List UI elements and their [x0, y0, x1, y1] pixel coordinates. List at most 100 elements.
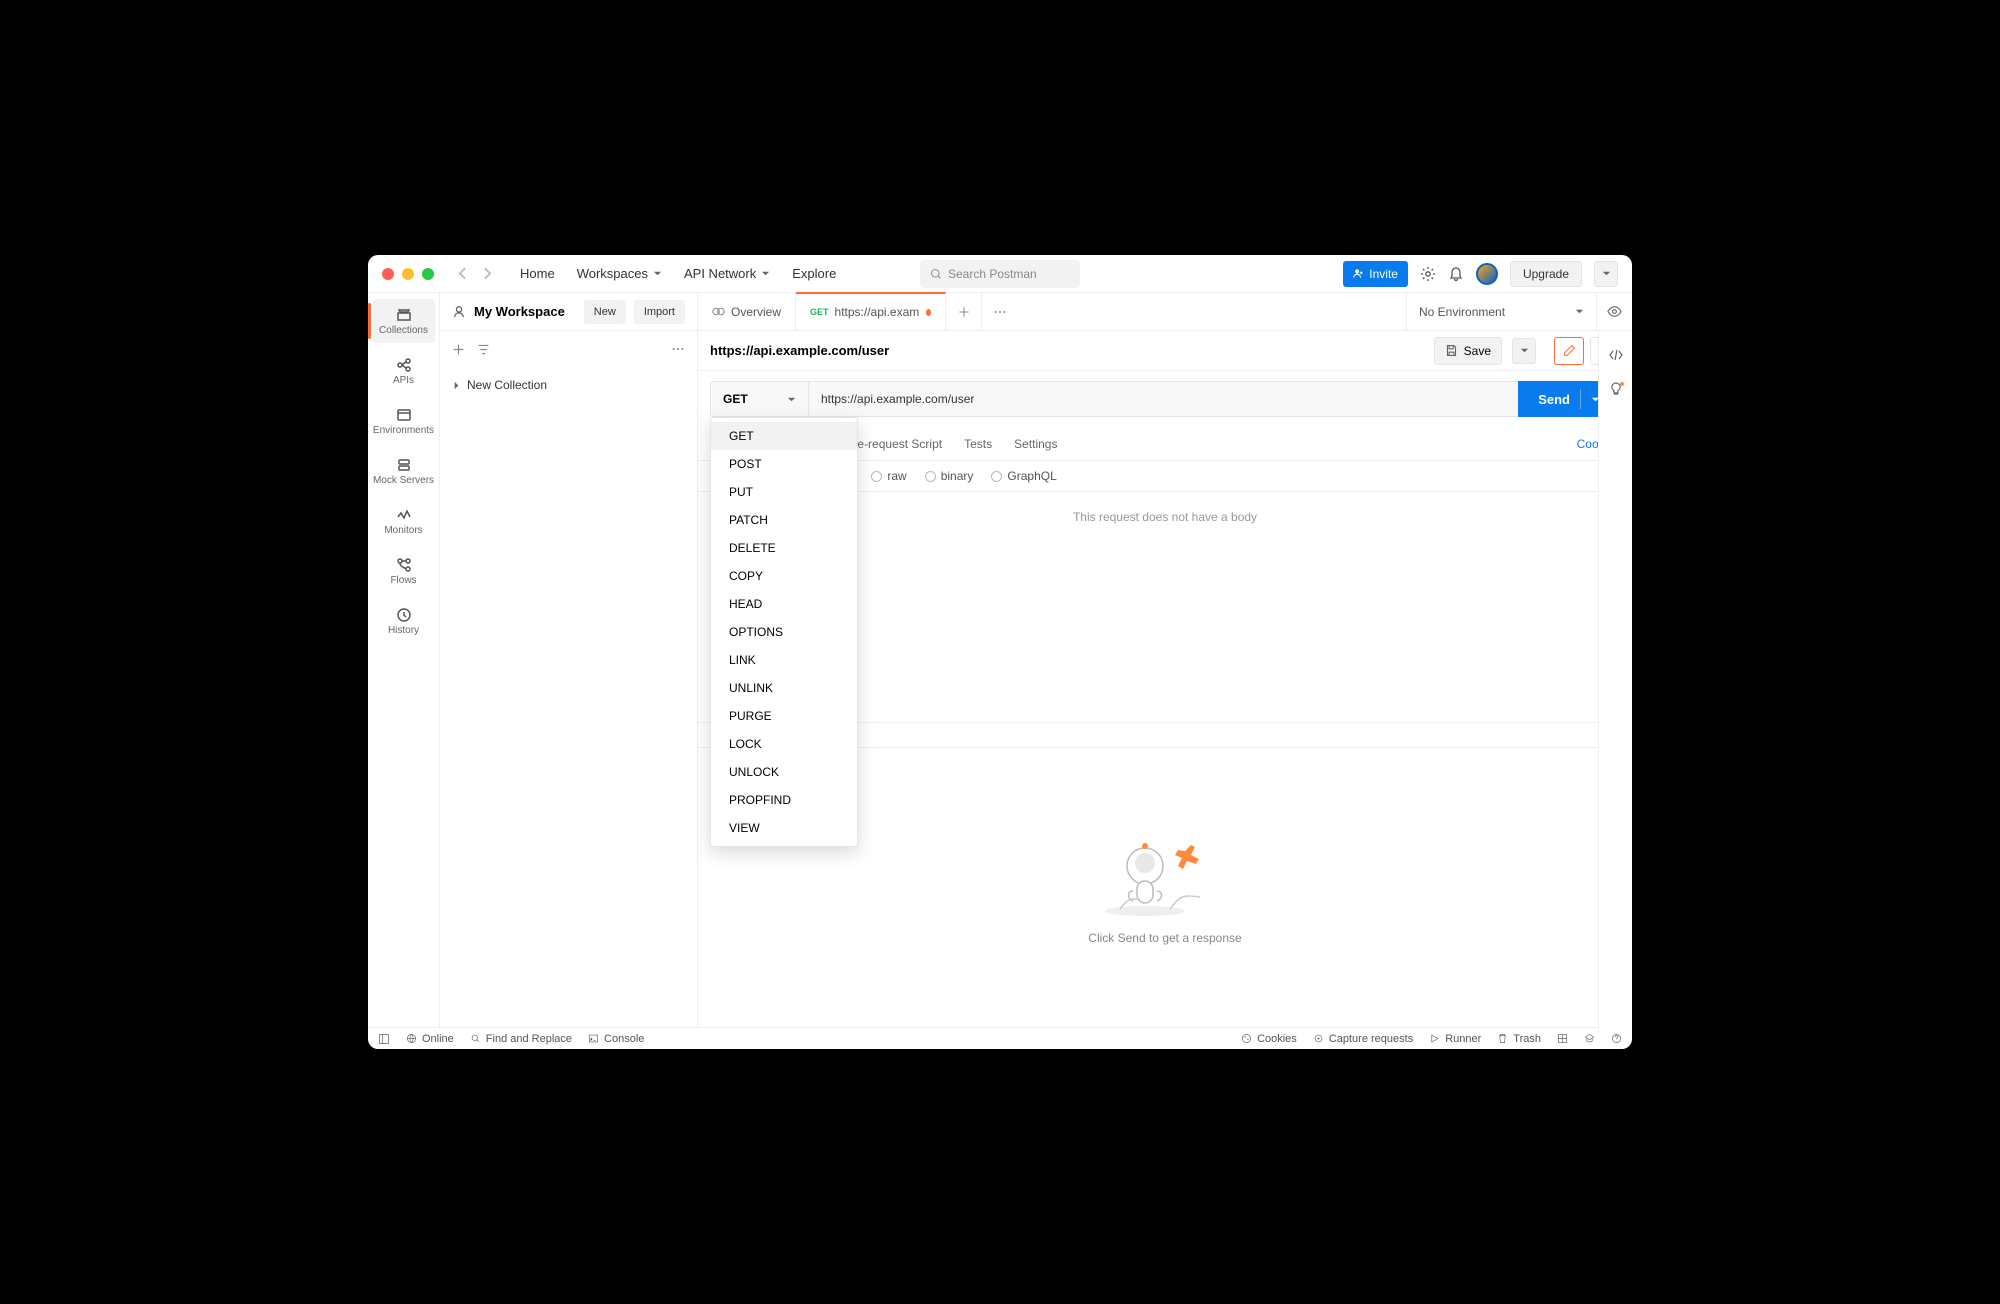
import-button[interactable]: Import — [634, 300, 685, 324]
method-option-put[interactable]: PUT — [711, 478, 857, 506]
chevron-down-icon — [1575, 307, 1584, 316]
status-layout[interactable] — [378, 1033, 390, 1045]
subtab-settings[interactable]: Settings — [1014, 427, 1057, 460]
rail-apis[interactable]: APIs — [373, 349, 435, 393]
tab-options[interactable] — [982, 293, 1018, 330]
rail-environments[interactable]: Environments — [373, 399, 435, 443]
upgrade-button[interactable]: Upgrade — [1510, 261, 1582, 287]
chevron-down-icon — [653, 269, 662, 278]
more-icon — [993, 305, 1007, 319]
filter-icon[interactable] — [477, 343, 490, 356]
environment-select[interactable]: No Environment — [1406, 293, 1596, 330]
subtab-prerequest[interactable]: Pre-request Script — [845, 427, 942, 460]
method-option-unlink[interactable]: UNLINK — [711, 674, 857, 702]
overview-icon — [712, 305, 725, 318]
menu-home[interactable]: Home — [520, 266, 555, 281]
status-runner[interactable]: Runner — [1429, 1033, 1481, 1045]
method-option-propfind[interactable]: PROPFIND — [711, 786, 857, 814]
person-icon — [452, 305, 466, 319]
status-panes[interactable] — [1557, 1033, 1568, 1044]
url-input[interactable] — [808, 381, 1518, 417]
save-icon — [1445, 344, 1458, 357]
rail-mock-servers[interactable]: Mock Servers — [373, 449, 435, 493]
menu-api-network[interactable]: API Network — [684, 266, 770, 281]
workspace-name: My Workspace — [474, 304, 565, 319]
method-option-head[interactable]: HEAD — [711, 590, 857, 618]
status-online[interactable]: Online — [406, 1033, 454, 1045]
chevron-down-icon — [761, 269, 770, 278]
method-option-delete[interactable]: DELETE — [711, 534, 857, 562]
add-icon[interactable] — [452, 343, 465, 356]
method-dropdown: GETPOSTPUTPATCHDELETECOPYHEADOPTIONSLINK… — [710, 417, 858, 847]
rail-flows[interactable]: Flows — [373, 549, 435, 593]
code-icon[interactable] — [1608, 347, 1624, 363]
user-avatar[interactable] — [1476, 263, 1498, 285]
body-type-raw[interactable]: raw — [871, 469, 906, 483]
new-button[interactable]: New — [584, 300, 626, 324]
rail-history[interactable]: History — [373, 599, 435, 643]
content: Collections APIs Environments Mock Serve… — [368, 293, 1632, 1027]
pencil-icon — [1563, 344, 1576, 357]
new-tab-button[interactable] — [946, 293, 982, 330]
search-input[interactable]: Search Postman — [920, 260, 1080, 288]
edit-mode-toggle[interactable] — [1554, 337, 1584, 365]
search-placeholder: Search Postman — [948, 267, 1037, 281]
menu-workspaces[interactable]: Workspaces — [577, 266, 662, 281]
method-option-get[interactable]: GET — [711, 422, 857, 450]
method-url-row: GET Send GETPOSTPUTPATCHDELETECOPYHEADOP… — [698, 371, 1632, 427]
back-icon[interactable] — [456, 267, 469, 280]
minimize-window-icon[interactable] — [402, 268, 414, 280]
app-window: Home Workspaces API Network Explore Sear… — [368, 255, 1632, 1049]
status-bar: Online Find and Replace Console Cookies … — [368, 1027, 1632, 1049]
status-console[interactable]: Console — [588, 1033, 644, 1045]
status-cookies[interactable]: Cookies — [1241, 1033, 1297, 1045]
chevron-down-icon — [1602, 269, 1611, 278]
menu-explore[interactable]: Explore — [792, 266, 836, 281]
method-option-view[interactable]: VIEW — [711, 814, 857, 842]
tree-item[interactable]: New Collection — [452, 373, 685, 397]
notifications-icon[interactable] — [1448, 266, 1464, 282]
close-window-icon[interactable] — [382, 268, 394, 280]
lightbulb-icon[interactable] — [1608, 381, 1624, 397]
body-type-binary[interactable]: binary — [925, 469, 974, 483]
save-button[interactable]: Save — [1434, 337, 1502, 365]
forward-icon[interactable] — [481, 267, 494, 280]
trash-icon — [1497, 1033, 1508, 1044]
method-option-unlock[interactable]: UNLOCK — [711, 758, 857, 786]
tab-request-active[interactable]: GET https://api.example.co — [796, 292, 946, 330]
status-capture[interactable]: Capture requests — [1313, 1033, 1413, 1045]
maximize-window-icon[interactable] — [422, 268, 434, 280]
method-option-patch[interactable]: PATCH — [711, 506, 857, 534]
subtab-tests[interactable]: Tests — [964, 427, 992, 460]
status-find-replace[interactable]: Find and Replace — [470, 1033, 572, 1045]
invite-button[interactable]: Invite — [1343, 261, 1408, 287]
body-type-graphql[interactable]: GraphQL — [991, 469, 1056, 483]
settings-icon[interactable] — [1420, 266, 1436, 282]
radio-icon — [925, 471, 936, 482]
upgrade-options[interactable] — [1594, 261, 1618, 287]
console-icon — [588, 1033, 599, 1044]
more-icon[interactable] — [671, 342, 685, 356]
right-rail — [1598, 331, 1632, 1033]
rail-collections[interactable]: Collections — [373, 299, 435, 343]
top-menu: Home Workspaces API Network Explore — [520, 266, 836, 281]
search-icon — [470, 1033, 481, 1044]
environment-quicklook[interactable] — [1596, 293, 1632, 330]
rail-monitors[interactable]: Monitors — [373, 499, 435, 543]
method-option-post[interactable]: POST — [711, 450, 857, 478]
collection-tree: New Collection — [440, 367, 697, 403]
chevron-down-icon — [787, 395, 796, 404]
method-option-lock[interactable]: LOCK — [711, 730, 857, 758]
status-bootcamp[interactable] — [1584, 1033, 1595, 1044]
status-help[interactable] — [1611, 1033, 1622, 1044]
method-select[interactable]: GET — [710, 381, 808, 417]
method-option-options[interactable]: OPTIONS — [711, 618, 857, 646]
save-options[interactable] — [1512, 338, 1536, 364]
method-option-link[interactable]: LINK — [711, 646, 857, 674]
tab-overview[interactable]: Overview — [698, 293, 796, 330]
titlebar: Home Workspaces API Network Explore Sear… — [368, 255, 1632, 293]
method-option-purge[interactable]: PURGE — [711, 702, 857, 730]
status-trash[interactable]: Trash — [1497, 1033, 1541, 1045]
sidepanel-tools — [440, 331, 697, 367]
method-option-copy[interactable]: COPY — [711, 562, 857, 590]
